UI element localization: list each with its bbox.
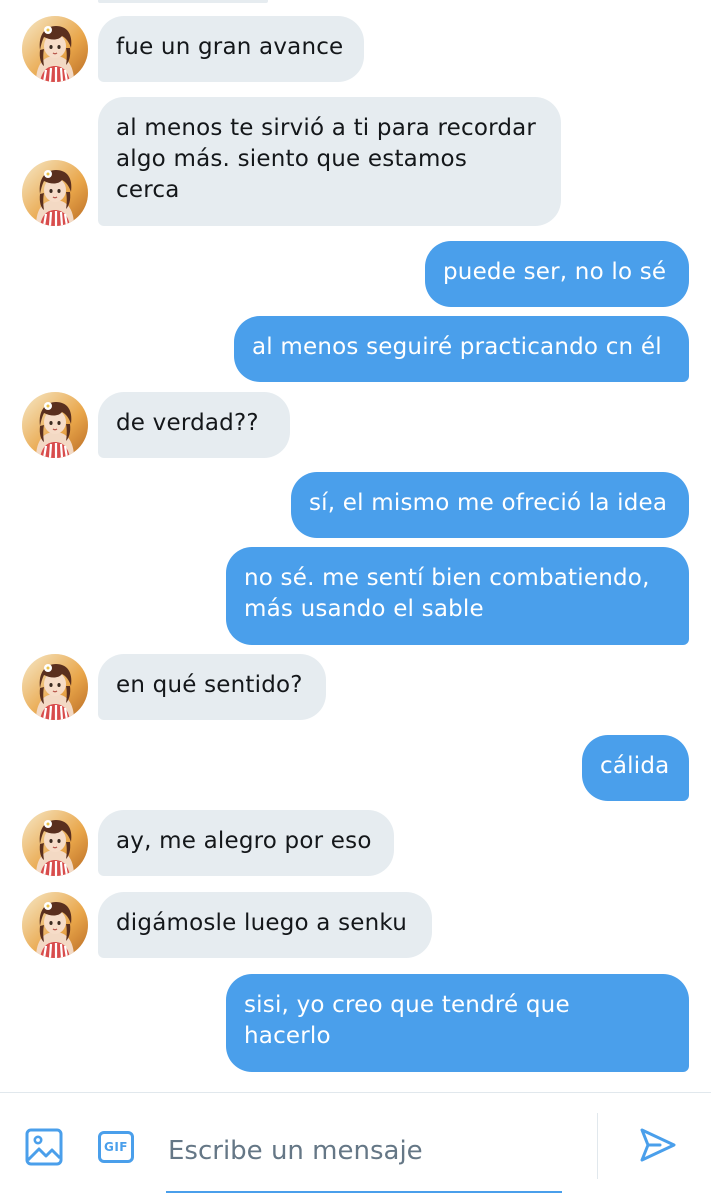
gif-icon: GIF [98,1131,134,1163]
send-button[interactable] [636,1123,680,1167]
incoming-message-bubble: al menos te sirvió a ti para recordar al… [98,97,561,226]
contact-avatar[interactable] [22,160,88,226]
outgoing-message-bubble: puede ser, no lo sé [425,241,689,307]
message-thread: fue un gran avance al menos te sirvió a … [0,0,711,1092]
incoming-message-bubble: de verdad?? [98,392,290,458]
send-icon [640,1128,676,1162]
incoming-message-bubble: digámosle luego a senku [98,892,432,958]
outgoing-message-bubble: al menos seguiré practicando cn él [234,316,689,382]
image-icon[interactable] [24,1127,64,1167]
contact-avatar[interactable] [22,16,88,82]
incoming-message-bubble: fue un gran avance [98,16,364,82]
avatar-illustration [22,654,88,720]
previous-message-edge [98,0,268,3]
avatar-illustration [22,810,88,876]
avatar-illustration [22,392,88,458]
outgoing-message-bubble: sisi, yo creo que tendré que hacerlo [226,974,689,1072]
gif-button[interactable]: GIF [96,1130,136,1164]
contact-avatar[interactable] [22,392,88,458]
outgoing-message-bubble: cálida [582,735,689,801]
contact-avatar[interactable] [22,654,88,720]
composer-divider [597,1113,598,1179]
incoming-message-bubble: ay, me alegro por eso [98,810,394,876]
avatar-illustration [22,892,88,958]
avatar-illustration [22,160,88,226]
message-composer: GIF [0,1092,711,1201]
avatar-illustration [22,16,88,82]
contact-avatar[interactable] [22,892,88,958]
incoming-message-bubble: en qué sentido? [98,654,326,720]
outgoing-message-bubble: no sé. me sentí bien combatiendo, más us… [226,547,689,645]
message-input[interactable] [166,1111,562,1193]
contact-avatar[interactable] [22,810,88,876]
outgoing-message-bubble: sí, el mismo me ofreció la idea [291,472,689,538]
